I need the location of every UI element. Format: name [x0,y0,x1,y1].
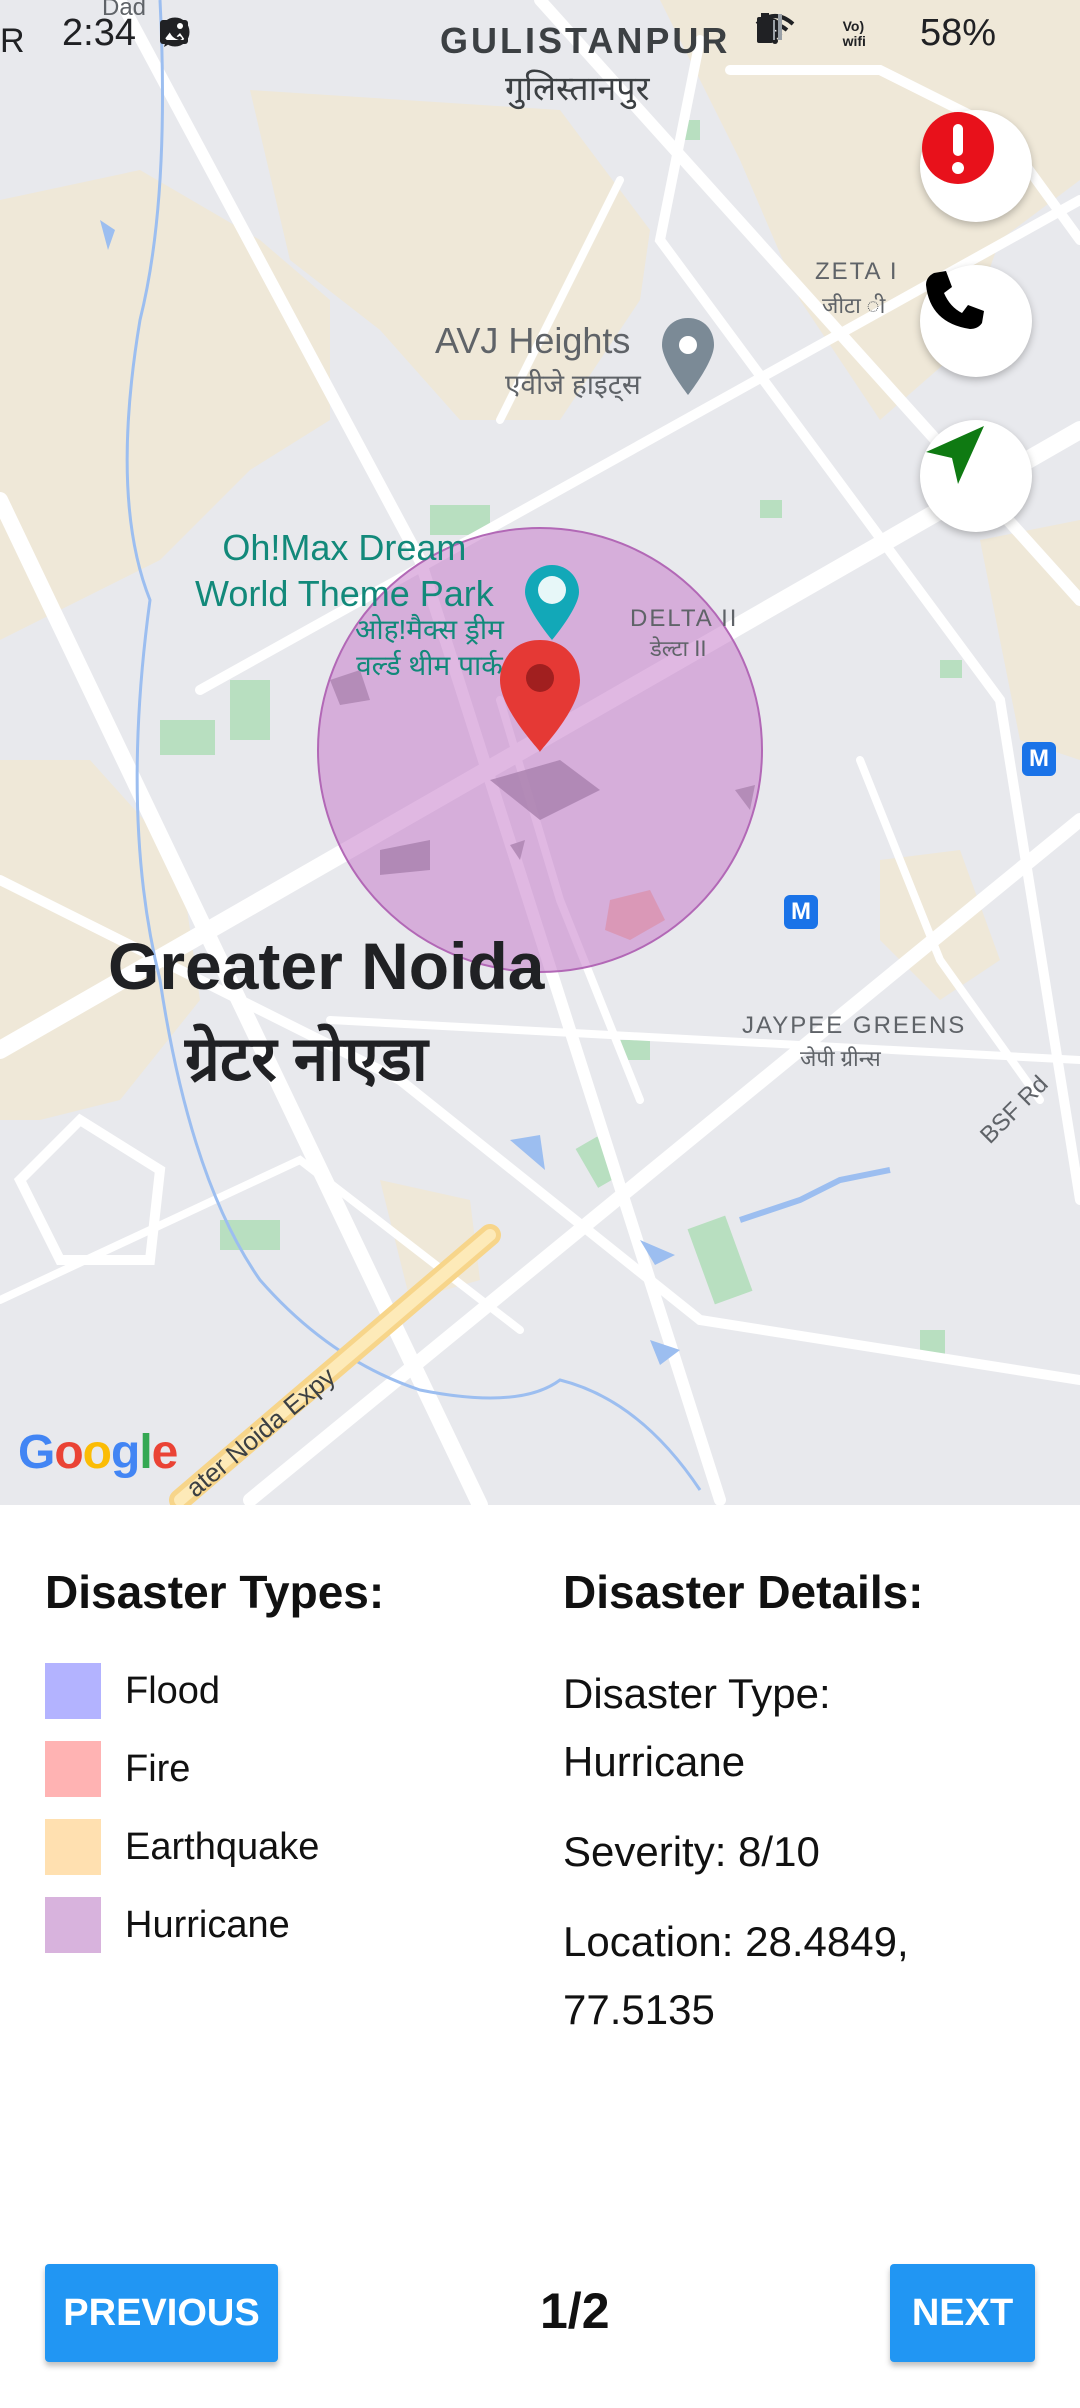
map-label-ohmax-line1: Oh!Max Dream [222,527,467,568]
details-title: Disaster Details: [563,1566,924,1618]
map-label-jaypee-greens: JAYPEE GREENS [742,1012,967,1039]
legend-swatch [45,1741,101,1797]
google-logo-letter: g [111,1426,140,1479]
map-label-ohmax-hindi: ओह!मैक्स ड्रीम वर्ल्ड थीम पार्क [355,612,504,684]
alert-icon [922,112,994,184]
map-label-ohmax-hindi-line1: ओह!मैक्स ड्रीम [355,614,504,645]
legend-swatch [45,1819,101,1875]
map-label-jaypee-greens-hindi: जेपी ग्रीन्स [800,1046,881,1071]
detail-disaster-type-label: Disaster Type: [563,1670,831,1717]
map-background [0,0,1080,1505]
map-label-avj-heights-hindi: एवीजे हाइट्स [505,369,641,400]
legend-swatch [45,1897,101,1953]
google-logo-letter: l [139,1426,152,1479]
status-time: 2:34 [62,12,136,54]
wifi-icon [755,14,833,51]
emergency-alert-button[interactable] [920,110,1032,222]
detail-disaster-type-value: Hurricane [563,1738,746,1785]
volte-label-top: Vo) [842,17,865,34]
legend-label: Fire [125,1747,191,1790]
battery-icon [756,13,1040,51]
map-label-ohmax: Oh!Max Dream World Theme Park [195,525,494,617]
map-label-delta-hindi: डेल्टा II [650,636,707,661]
detail-severity: Severity: 8/10 [563,1828,820,1875]
disaster-details: Disaster Type: Hurricane Severity: 8/10 … [563,1660,1023,2066]
detail-location: Location: 28.4849, 77.5135 [563,1908,1023,2044]
status-system-icons: Vo) wifi 58% [755,12,1040,55]
detail-location-line1: Location: 28.4849, [563,1918,909,1965]
navigation-arrow-icon [926,426,984,484]
status-notification-icons [158,16,240,50]
map-label-gulistanpur-hindi: गुलिस्तानपुर [505,70,650,108]
legend-label: Flood [125,1669,221,1712]
status-bar: R 2:34 Vo) wifi 58% [0,0,1080,70]
detail-disaster-type: Disaster Type: Hurricane [563,1660,1023,1796]
volte-label-bottom: wifi [842,32,866,49]
detail-location-line2: 77.5135 [563,1986,715,2033]
legend-item-fire: Fire [45,1730,319,1808]
next-button[interactable]: NEXT [890,2264,1035,2362]
google-logo-letter: e [151,1426,179,1479]
map-label-ohmax-line2: World Theme Park [195,573,494,614]
status-left-glyph: R [0,22,25,60]
map-label-delta: DELTA II [630,605,739,632]
legend-list: Flood Fire Earthquake Hurricane [45,1652,319,1964]
legend-item-earthquake: Earthquake [45,1808,319,1886]
whatsapp-icon [160,16,240,50]
signal-icon [756,14,910,51]
map-label-zeta: ZETA I [815,258,899,285]
legend-label: Hurricane [125,1903,290,1946]
battery-percentage: 58% [919,12,996,54]
previous-button[interactable]: PREVIOUS [45,2264,278,2362]
navigate-button[interactable] [920,420,1032,532]
google-logo-letter: G [18,1426,55,1479]
page-indicator: 1/2 [540,2283,610,2339]
map-label-zeta-hindi: जीटा ी [822,293,886,318]
google-logo-letter: o [54,1426,83,1479]
legend-item-flood: Flood [45,1652,319,1730]
map-label-avj-heights: AVJ Heights [435,320,631,361]
volte-label: Vo) wifi [842,17,866,49]
call-button[interactable] [920,265,1032,377]
map-label-greater-noida: Greater Noida [108,929,545,1003]
map-label-greater-noida-hindi: ग्रेटर नोएडा [185,1025,428,1094]
map-view[interactable]: Dad GULISTANPUR गुलिस्तानपुर ZETA I जीटा… [0,0,1080,1505]
google-logo: Google [18,1425,179,1480]
legend-swatch [45,1663,101,1719]
map-label-ohmax-hindi-line2: वर्ल्ड थीम पार्क [356,650,503,681]
legend-label: Earthquake [125,1825,320,1868]
phone-icon [926,271,984,329]
metro-station-icon[interactable]: M [784,895,818,929]
google-logo-letter: o [82,1426,112,1479]
legend-item-hurricane: Hurricane [45,1886,319,1964]
legend-title: Disaster Types: [45,1566,385,1618]
metro-station-icon[interactable]: M [1022,742,1056,776]
